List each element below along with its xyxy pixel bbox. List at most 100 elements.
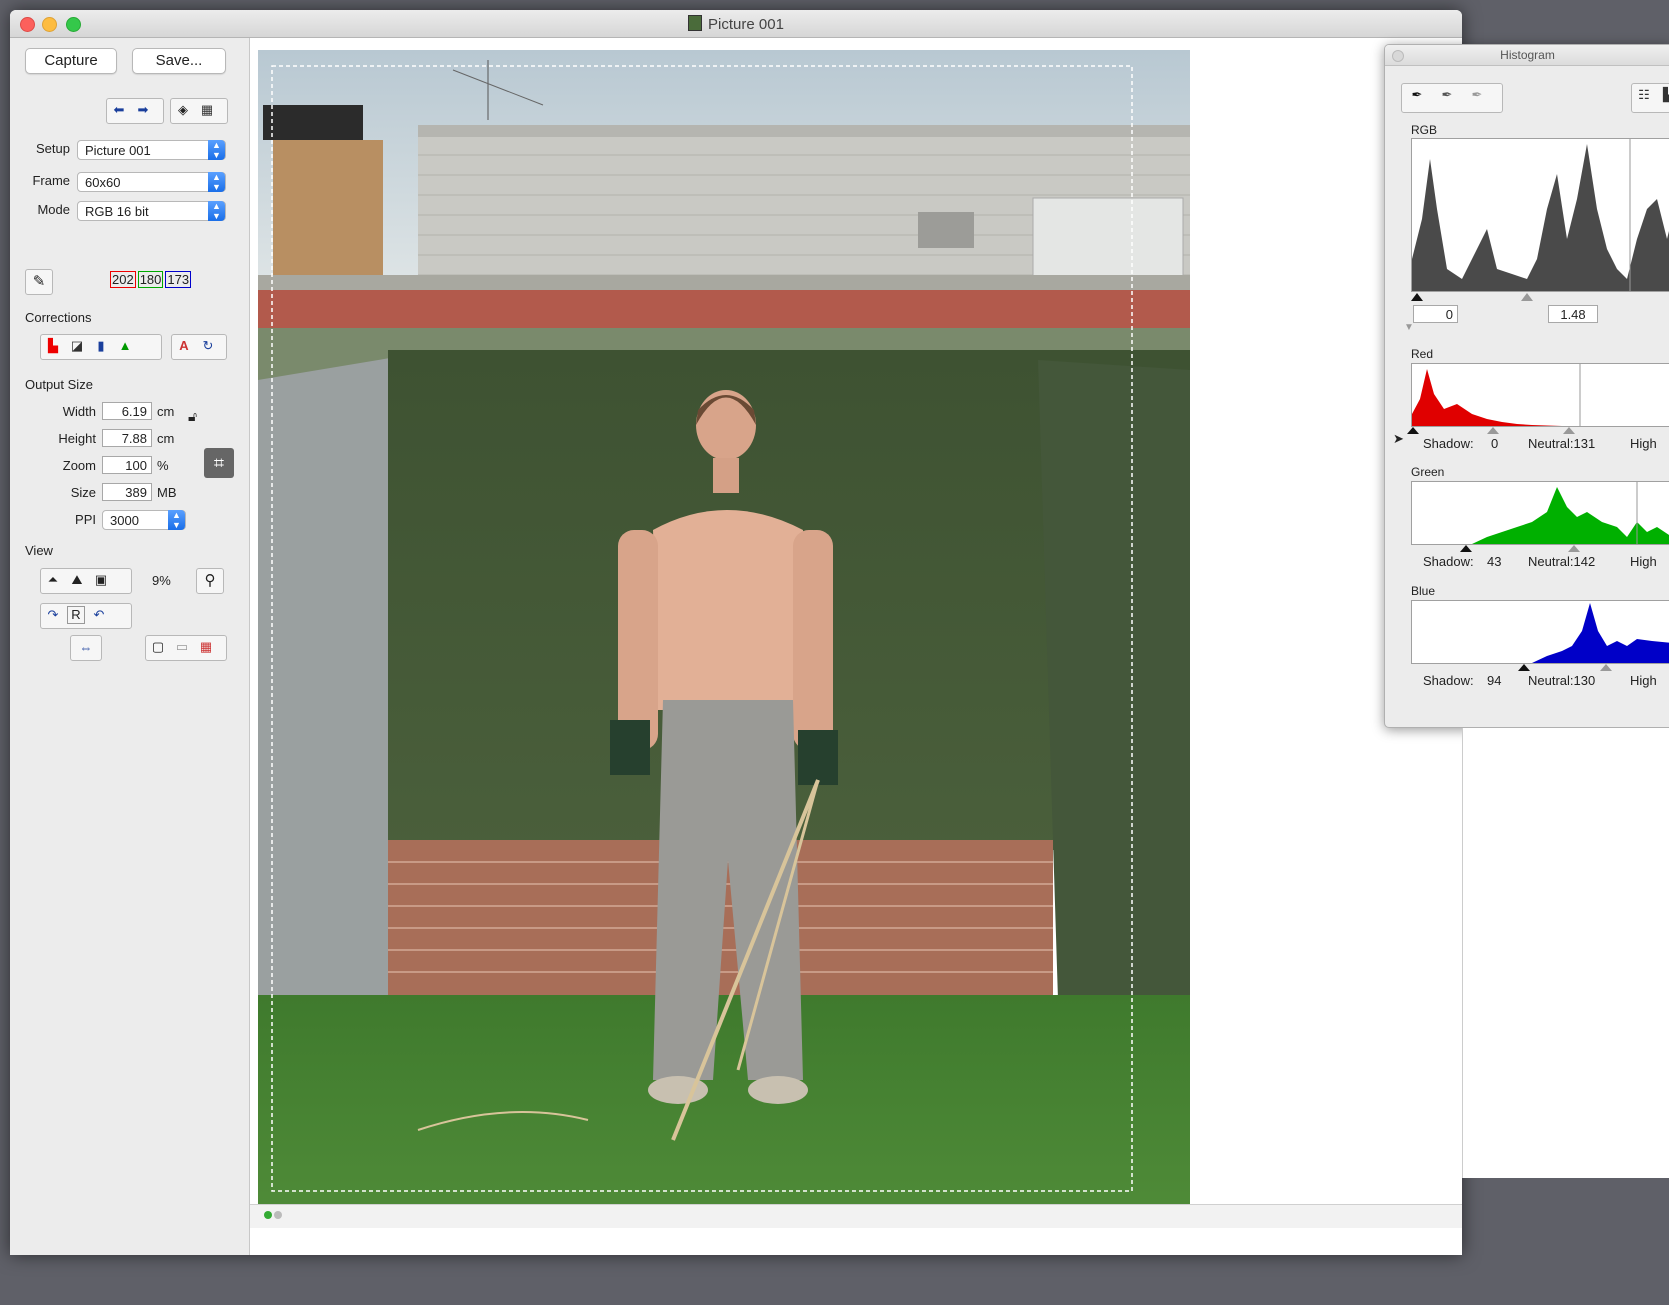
status-bar [250,1204,1462,1228]
ruler-icon[interactable]: ▭ [172,637,192,657]
channels-icon[interactable]: ☷ [1634,85,1654,105]
levels-icon[interactable]: ▙ [43,336,63,356]
blue-neutral-slider[interactable] [1600,664,1612,671]
mode-value: RGB 16 bit [85,204,149,219]
height-input[interactable]: 7.88 [102,429,152,447]
view-mode-group: ◈ ▦ [170,98,228,124]
sharpen-icon[interactable]: ▲ [115,336,135,356]
frame-value: 60x60 [85,175,121,190]
blue-histogram [1411,600,1669,664]
blue-shadow-value: 94 [1487,673,1502,688]
rgb-histogram-plot [1412,139,1669,291]
mountain-small-icon[interactable]: ⏶ [43,570,63,590]
stepper-icon: ▲ ▼ [208,172,225,192]
magnifier-icon[interactable]: ⚲ [196,568,224,594]
status-indicator-icon [264,1211,272,1219]
blue-high-label: High [1630,673,1657,688]
picker-green: 180 [137,271,164,288]
eraser-icon[interactable]: ◈ [173,100,193,120]
mode-select[interactable]: RGB 16 bit ▲ ▼ [77,201,226,221]
gray-point-eyedropper-icon[interactable]: ✒ [1434,85,1460,105]
rotate-reset-button[interactable]: R [67,606,85,624]
corrections-group: ▙ ◪ ▮ ▲ [40,334,162,360]
flip-horizontal-icon[interactable]: ⇔ [70,635,102,661]
title-bar[interactable]: Picture 001 [10,10,1462,38]
setup-select[interactable]: Picture 001 ▲ ▼ [77,140,226,160]
reset-icon[interactable]: ↻ [198,336,218,356]
zoom-unit: % [157,458,169,473]
status-indicator-icon [274,1211,282,1219]
rgb-black-input[interactable]: 0 [1413,305,1458,323]
black-point-eyedropper-icon[interactable]: ✒ [1404,85,1430,105]
red-neutral-slider[interactable] [1487,427,1499,434]
rgb-gamma-input[interactable]: 1.48 [1548,305,1598,323]
red-shadow-slider[interactable] [1407,427,1419,434]
histogram-title[interactable]: Histogram [1385,45,1669,66]
stepper-icon: ▲ ▼ [208,140,225,160]
histogram-icon[interactable]: ▙ [1658,85,1669,105]
save-button[interactable]: Save... [132,48,226,74]
corrections-label: Corrections [25,310,92,325]
size-unit: MB [157,485,177,500]
red-shadow-value: 0 [1491,436,1499,451]
red-high-label: High [1630,436,1657,451]
height-label: Height [58,431,96,446]
image-view-icon[interactable]: ▣ [91,570,111,590]
capture-button[interactable]: Capture [25,48,117,74]
output-level-icon: ▼ [1404,322,1414,333]
zoom-input[interactable]: 100 [102,456,152,474]
red-shadow-label: Shadow: [1423,436,1474,451]
crop-icon[interactable]: ⌗ [204,448,234,478]
histogram-panel: Histogram ✒✒✒ ☷▙ RGB 0 1.48 ▼ Red ➤ Shad… [1384,44,1669,728]
auto-correct-icon[interactable]: A [174,336,194,356]
frame-overlay-icon[interactable]: ▢ [148,637,168,657]
close-panel-button[interactable] [1392,50,1404,62]
white-point-eyedropper-icon[interactable]: ✒ [1464,85,1490,105]
control-sidebar: Capture Save... ⬅ ➡ ◈ ▦ Setup Picture 001 ▲… [10,38,250,1255]
blue-label: Blue [1411,584,1436,598]
frame-select[interactable]: 60x60 ▲ ▼ [77,172,226,192]
grid-icon[interactable]: ▦ [197,100,217,120]
green-shadow-slider[interactable] [1460,545,1472,552]
preview-image[interactable] [258,50,1190,1212]
rgb-label: RGB [1411,123,1438,137]
color-balance-icon[interactable]: ▮ [91,336,111,356]
width-input[interactable]: 6.19 [102,402,152,420]
picker-values: 202 180 173 [110,271,192,288]
eyedropper-icon[interactable]: ✎ [25,269,53,295]
histogram-view-group: ⏶ ⛰︎ ▣ [40,568,132,594]
rotate-right-icon[interactable]: ↷ [43,605,63,625]
view-zoom-percent: 9% [152,573,171,588]
size-label: Size [70,485,96,500]
ppi-label: PPI [75,512,96,527]
blue-histogram-plot [1532,603,1669,663]
main-window: Picture 001 Capture Save... ⬅ ➡ ◈ ▦ Setup … [10,10,1462,1255]
setup-value: Picture 001 [85,143,151,158]
gamma-slider[interactable] [1521,293,1533,301]
output-size-label: Output Size [25,377,93,392]
curves-icon[interactable]: ◪ [67,336,87,356]
green-high-label: High [1630,554,1657,569]
rotate-group: ↷ R ↶ [40,603,132,629]
rotate-left-icon[interactable]: ↶ [89,605,109,625]
eyedropper-group: ✒ ✒ ✒ [1401,83,1503,113]
frame-label: Frame [32,173,70,188]
green-histogram [1411,481,1669,545]
arrow-right-icon[interactable]: ➡ [133,100,153,120]
blue-shadow-slider[interactable] [1518,664,1530,671]
green-neutral-value: Neutral:142 [1528,554,1596,569]
red-neutral-value: Neutral:131 [1528,436,1596,451]
arrow-left-icon[interactable]: ⬅ [109,100,129,120]
rgb-histogram [1411,138,1669,292]
ppi-select[interactable]: 3000 ▲ ▼ [102,510,186,530]
overlay-group: ▢ ▭ ▦ [145,635,227,661]
red-highlight-slider[interactable] [1563,427,1575,434]
stepper-icon: ▲ ▼ [208,201,225,221]
lock-icon[interactable]: 🔓︎ [188,408,197,425]
green-shadow-label: Shadow: [1423,554,1474,569]
black-point-slider[interactable] [1411,293,1423,301]
mountain-large-icon[interactable]: ⛰︎ [67,570,87,590]
zoom-label: Zoom [62,458,96,473]
green-neutral-slider[interactable] [1568,545,1580,552]
grid-overlay-icon[interactable]: ▦ [196,637,216,657]
